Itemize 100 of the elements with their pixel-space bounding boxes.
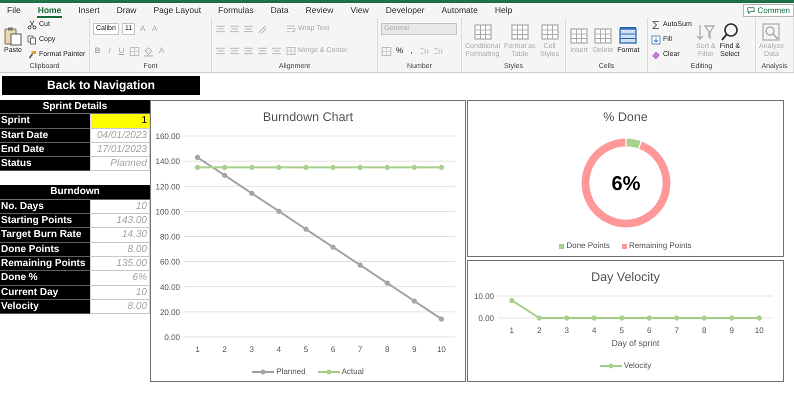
axis-label: 6 bbox=[330, 345, 336, 354]
percent-label: 6% bbox=[612, 173, 640, 195]
field-label: Target Burn Rate bbox=[0, 228, 90, 243]
field-label: Done % bbox=[0, 271, 90, 286]
table-icon bbox=[540, 22, 560, 42]
data-point bbox=[330, 164, 336, 170]
sum-icon bbox=[651, 20, 661, 30]
legend-label: Velocity bbox=[624, 360, 652, 372]
data-point bbox=[330, 244, 336, 250]
grid-icon bbox=[286, 46, 296, 56]
chart-title: % Done bbox=[602, 109, 649, 126]
wrap-text-icon bbox=[286, 24, 296, 34]
legend-label: Actual bbox=[342, 366, 364, 378]
axis-title: Day of sprint bbox=[612, 338, 660, 348]
magnifier-icon bbox=[761, 22, 782, 42]
axis-label: 20.00 bbox=[160, 308, 180, 317]
field-value: 1 bbox=[90, 114, 150, 129]
comments-button[interactable]: Commen bbox=[743, 4, 794, 17]
field-label: No. Days bbox=[0, 200, 90, 214]
chart-title: Burndown Chart bbox=[262, 109, 354, 126]
menu-tab[interactable]: View bbox=[349, 3, 370, 18]
copy-icon bbox=[27, 34, 37, 45]
field-label: Remaining Points bbox=[0, 256, 90, 272]
field-label: Done Points bbox=[0, 242, 90, 257]
data-point bbox=[412, 298, 417, 304]
data-point bbox=[194, 164, 200, 170]
menu-tab[interactable]: Developer bbox=[384, 3, 426, 18]
font-style-button[interactable]: % bbox=[395, 47, 404, 56]
axis-label: 5 bbox=[304, 345, 308, 354]
axis-label: 140.00 bbox=[156, 157, 180, 166]
menu-tab[interactable]: Automate bbox=[440, 3, 479, 18]
data-point bbox=[619, 315, 624, 321]
menu-tab[interactable]: Insert bbox=[77, 3, 101, 18]
data-point bbox=[303, 164, 309, 170]
data-point bbox=[249, 190, 254, 196]
legend-label: Remaining Points bbox=[628, 240, 692, 252]
field-label: Start Date bbox=[0, 128, 90, 143]
section-header: Sprint Details bbox=[0, 100, 150, 114]
axis-label: 120.00 bbox=[156, 182, 180, 192]
data-point bbox=[564, 315, 570, 321]
axis-label: 9 bbox=[412, 345, 417, 354]
data-point bbox=[222, 164, 228, 170]
comment-icon bbox=[747, 7, 756, 14]
data-point bbox=[384, 280, 390, 286]
legend-label: Done Points bbox=[566, 240, 610, 252]
data-point bbox=[358, 262, 363, 268]
data-point bbox=[384, 164, 390, 170]
eraser-icon bbox=[651, 50, 661, 60]
data-point bbox=[674, 315, 680, 321]
scissors-icon bbox=[27, 20, 37, 30]
table-icon bbox=[593, 26, 614, 46]
axis-label: 5 bbox=[620, 326, 624, 335]
axis-label: 1 bbox=[195, 345, 200, 354]
chart-title: Day Velocity bbox=[590, 269, 661, 286]
data-point bbox=[222, 172, 228, 178]
menu-tab[interactable]: Draw bbox=[116, 3, 138, 18]
axis-label: 0.00 bbox=[478, 314, 494, 323]
axis-label: 3 bbox=[564, 326, 569, 335]
legend-label: Planned bbox=[276, 366, 306, 378]
menu-tab[interactable]: Page Layout bbox=[152, 3, 202, 18]
axis-label: 10.00 bbox=[474, 292, 494, 301]
search-icon bbox=[720, 22, 740, 42]
data-point bbox=[438, 316, 444, 322]
field-label: End Date bbox=[0, 142, 90, 158]
data-point bbox=[438, 164, 444, 170]
axis-label: 10 bbox=[437, 345, 446, 354]
data-point bbox=[249, 164, 254, 170]
data-point bbox=[756, 315, 762, 321]
menu-tab[interactable]: Data bbox=[270, 3, 290, 18]
axis-label: 80.00 bbox=[160, 232, 180, 242]
menu-tab[interactable]: Help bbox=[494, 3, 514, 18]
data-point bbox=[592, 315, 597, 321]
data-point bbox=[276, 164, 282, 170]
font-style-button[interactable]: , bbox=[407, 47, 416, 56]
data-point bbox=[509, 298, 514, 303]
axis-label: 4 bbox=[592, 326, 596, 335]
axis-label: 7 bbox=[358, 345, 362, 354]
axis-label: 8 bbox=[385, 345, 390, 354]
axis-label: 4 bbox=[276, 345, 282, 354]
table-icon bbox=[510, 22, 530, 42]
axis-label: 160.00 bbox=[156, 132, 180, 141]
section-header: Burndown bbox=[0, 185, 150, 200]
menu-tab[interactable]: File bbox=[6, 3, 22, 18]
field-label: Velocity bbox=[0, 300, 90, 314]
axis-label: 8 bbox=[702, 326, 706, 335]
menu-tab[interactable]: Review bbox=[304, 3, 334, 18]
field-label: Starting Points bbox=[0, 214, 90, 228]
menu-tab[interactable]: Formulas bbox=[217, 3, 255, 18]
back-to-navigation-button[interactable]: Back to Navigation bbox=[2, 76, 200, 94]
down-arrow-icon bbox=[651, 34, 661, 45]
field-label: Sprint bbox=[0, 114, 90, 129]
axis-label: 40.00 bbox=[160, 282, 180, 292]
axis-label: 3 bbox=[250, 345, 254, 354]
axis-label: 2 bbox=[222, 345, 227, 354]
axis-label: 10 bbox=[754, 326, 764, 335]
data-point bbox=[358, 164, 363, 170]
axis-label: 9 bbox=[730, 326, 734, 335]
data-point bbox=[303, 226, 309, 232]
field-label: Status bbox=[0, 157, 90, 172]
field-label: Current Day bbox=[0, 286, 90, 300]
